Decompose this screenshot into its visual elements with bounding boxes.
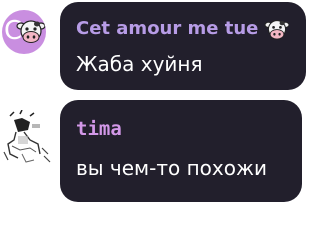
message-bubble: tima вы чем-то похожи [60,100,302,202]
cow-icon [264,18,290,40]
avatar[interactable]: C [2,10,46,54]
sketch-avatar-icon [3,109,51,163]
chat-message: C Cet amour me tue Жаба хуйня [0,0,320,94]
message-author[interactable]: tima [76,118,122,140]
chat-message: tima вы чем-то похожи [0,98,320,204]
avatar[interactable] [0,109,54,166]
cow-icon [16,18,46,50]
message-text: вы чем-то похожи [76,156,268,180]
message-bubble: Cet amour me tue Жаба хуйня [60,2,306,90]
message-text: Жаба хуйня [76,52,203,76]
author-name: Cet amour me tue [76,18,259,39]
message-author[interactable]: Cet amour me tue [76,18,290,40]
